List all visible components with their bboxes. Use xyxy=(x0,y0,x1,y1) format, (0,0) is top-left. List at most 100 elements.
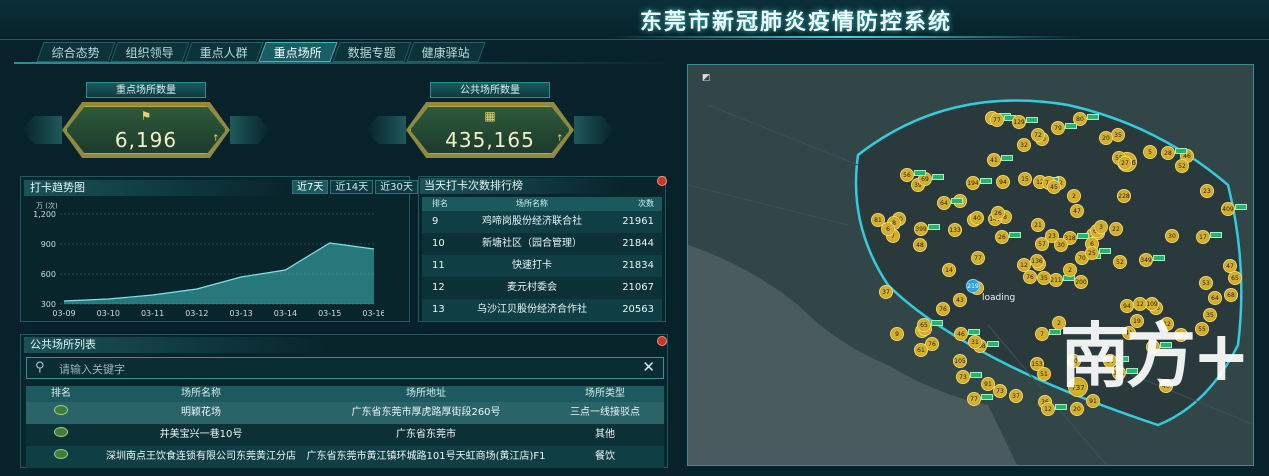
map-marker[interactable]: 20 xyxy=(1099,131,1113,145)
map-tag-icon[interactable] xyxy=(1026,117,1038,123)
map-tag-icon[interactable] xyxy=(987,341,999,347)
table-row[interactable]: 深圳南点王饮食连锁有限公司东莞黄江分店 广东省东莞市黄江镇环城路101号天虹商场(… xyxy=(26,446,664,468)
map-tag-icon[interactable] xyxy=(1065,123,1077,129)
map-tag-icon[interactable] xyxy=(1099,248,1111,254)
map-marker[interactable]: 53 xyxy=(1199,276,1213,290)
map-marker[interactable]: 91 xyxy=(981,377,995,391)
map-marker[interactable]: 72 xyxy=(1031,128,1045,142)
map-marker[interactable]: 17 xyxy=(1196,230,1210,244)
map-tag-icon[interactable] xyxy=(1153,255,1165,261)
map-marker[interactable]: 12 xyxy=(1017,258,1031,272)
map-marker[interactable]: 45 xyxy=(1047,180,1061,194)
map-tag-icon[interactable] xyxy=(970,372,982,378)
map-marker[interactable]: 51 xyxy=(1037,367,1051,381)
tab-leadership[interactable]: 组织领导 xyxy=(110,42,190,62)
map-marker[interactable]: 15 xyxy=(1018,172,1032,186)
map-marker[interactable]: 30 xyxy=(1165,229,1179,243)
map-tag-icon[interactable] xyxy=(980,178,992,184)
map-tag-icon[interactable] xyxy=(1055,404,1067,410)
map-marker[interactable]: 26 xyxy=(991,206,1005,220)
map-tag-icon[interactable] xyxy=(932,174,944,180)
range-14d-button[interactable]: 近14天 xyxy=(330,180,374,194)
map-marker[interactable]: 30 xyxy=(1054,238,1068,252)
map-marker[interactable]: 194 xyxy=(966,176,980,190)
map-tag-icon[interactable] xyxy=(1001,155,1013,161)
map-marker[interactable]: 26 xyxy=(995,230,1009,244)
map-marker[interactable]: 94 xyxy=(996,175,1010,189)
map-marker[interactable]: 56 xyxy=(900,168,914,182)
close-icon[interactable] xyxy=(657,176,667,186)
tab-overview[interactable]: 综合态势 xyxy=(36,42,116,62)
map-tag-icon[interactable] xyxy=(981,394,993,400)
ranking-row[interactable]: 10 新塘社区（园合管理） 21844 xyxy=(422,233,662,255)
map-marker[interactable]: 47 xyxy=(1223,259,1237,273)
map-marker[interactable]: 9 xyxy=(890,327,904,341)
map-marker[interactable]: 48 xyxy=(913,238,927,252)
map-marker[interactable]: 211 xyxy=(1049,273,1063,287)
map-marker[interactable]: 200 xyxy=(1074,275,1088,289)
map-marker[interactable]: 76 xyxy=(936,302,950,316)
map-tag-icon[interactable] xyxy=(1175,148,1187,154)
map-marker[interactable]: 32 xyxy=(1017,138,1031,152)
map-marker[interactable]: 105 xyxy=(953,354,967,368)
tab-key-groups[interactable]: 重点人群 xyxy=(184,42,264,62)
map-marker[interactable]: 41 xyxy=(987,153,1001,167)
map-tag-icon[interactable] xyxy=(931,320,943,326)
map-marker[interactable]: 133 xyxy=(948,223,962,237)
map-marker[interactable]: 22 xyxy=(1109,222,1123,236)
ranking-row[interactable]: 13 乌沙江贝股份经济合作社 20563 xyxy=(422,299,662,321)
map-marker[interactable]: 77 xyxy=(971,251,985,265)
map-marker[interactable]: 14 xyxy=(942,263,956,277)
map-marker[interactable]: 52 xyxy=(1113,255,1127,269)
map-marker[interactable]: 77 xyxy=(990,113,1004,127)
clear-icon[interactable]: ✕ xyxy=(642,358,655,376)
map-tag-icon[interactable] xyxy=(968,329,980,335)
ranking-row[interactable]: 12 麦元村委会 21067 xyxy=(422,277,662,299)
map-marker[interactable]: 228 xyxy=(1117,189,1131,203)
close-icon[interactable] xyxy=(657,336,667,346)
map-tag-icon[interactable] xyxy=(1087,114,1099,120)
map-marker[interactable]: 61 xyxy=(914,343,928,357)
map-marker[interactable]: 12 xyxy=(1041,402,1055,416)
map-marker[interactable]: 28 xyxy=(1161,146,1175,160)
map-marker[interactable]: 35 xyxy=(1111,128,1125,142)
map-marker[interactable]: 20 xyxy=(1070,402,1084,416)
map-marker[interactable]: 27 xyxy=(1118,156,1132,170)
map-marker[interactable]: 3 xyxy=(1094,220,1108,234)
map-marker[interactable]: 35 xyxy=(1037,271,1051,285)
map-marker[interactable]: 2 xyxy=(1063,263,1077,277)
table-row[interactable]: 明颖花场 广东省东莞市厚虎路厚街段260号 三点一线接驳点 xyxy=(26,402,664,424)
map-marker[interactable]: 7 xyxy=(1035,327,1049,341)
map-marker[interactable]: 65 xyxy=(917,318,931,332)
map-marker[interactable]: 73 xyxy=(993,384,1007,398)
map-tool-icon[interactable]: ◩ xyxy=(702,73,711,83)
map-marker[interactable]: 2 xyxy=(1067,189,1081,203)
map-marker[interactable]: 37 xyxy=(879,285,893,299)
map-marker[interactable]: 40 xyxy=(970,211,984,225)
map-marker[interactable]: 409 xyxy=(1221,202,1235,216)
map-marker[interactable]: 219 xyxy=(966,279,980,293)
map-tag-icon[interactable] xyxy=(1009,232,1021,238)
tab-key-places[interactable]: 重点场所 xyxy=(258,42,338,62)
map-marker[interactable]: 46 xyxy=(954,327,968,341)
map-marker[interactable]: 5 xyxy=(1143,145,1157,159)
tab-health-station[interactable]: 健康驿站 xyxy=(406,42,486,62)
ranking-row[interactable]: 11 快速打卡 21834 xyxy=(422,255,662,277)
map-marker[interactable]: 399 xyxy=(914,222,928,236)
map-marker[interactable]: 43 xyxy=(953,293,967,307)
map-marker[interactable]: 21 xyxy=(1031,218,1045,232)
range-30d-button[interactable]: 近30天 xyxy=(375,180,418,194)
map-marker[interactable]: 31 xyxy=(968,335,982,349)
map-tag-icon[interactable] xyxy=(951,198,963,204)
ranking-row[interactable]: 9 鸡啼岗股份经济联合社 21961 xyxy=(422,211,662,233)
map-marker[interactable]: 79 xyxy=(1051,121,1065,135)
map-tag-icon[interactable] xyxy=(1077,233,1089,239)
search-input[interactable]: ⚲ 请输入关键字 ✕ xyxy=(26,357,664,379)
map-marker[interactable]: 73 xyxy=(956,370,970,384)
table-row[interactable]: 井美宝兴一巷10号 广东省东莞市 其他 xyxy=(26,424,664,446)
map-marker[interactable]: 349 xyxy=(1139,253,1153,267)
map-tag-icon[interactable] xyxy=(1210,232,1222,238)
map-marker[interactable]: 25 xyxy=(1085,246,1099,260)
map-marker[interactable]: 6 xyxy=(881,222,895,236)
map-marker[interactable]: 52 xyxy=(1175,159,1189,173)
